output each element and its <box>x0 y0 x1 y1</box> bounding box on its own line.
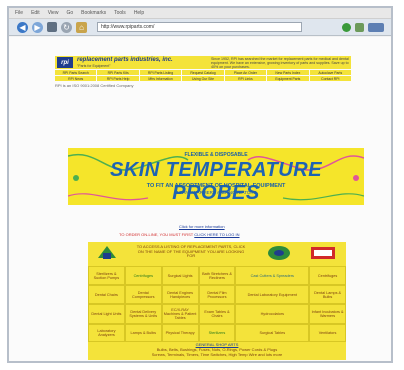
back-arrow-icon: ◀ <box>19 22 26 32</box>
equipment-link[interactable]: Cast Cutters & Spreaders <box>235 266 310 285</box>
menu-edit[interactable]: Edit <box>31 10 40 16</box>
nav-item[interactable]: Request Catalog <box>182 70 224 75</box>
menu-bar: File Edit View Go Bookmarks Tools Help <box>9 8 391 19</box>
address-bar[interactable]: http://www.rpiparts.com/ <box>97 22 302 32</box>
equipment-link[interactable]: Sterilizers & Suction Pumps <box>88 266 125 285</box>
menu-help[interactable]: Help <box>134 10 144 16</box>
equipment-logo-icon <box>268 246 290 260</box>
table-row: Laboratory Analyzers Lamps & Bulbs Physi… <box>88 324 346 342</box>
equipment-link[interactable]: Dental Engines Handpieces <box>161 285 199 304</box>
shop-parts-line-2: Screws, Terminals, Timers, Time Switches… <box>151 351 283 357</box>
home-icon: ⌂ <box>79 22 84 32</box>
company-tagline: "Parts for Equipment" <box>77 63 111 68</box>
banner-subtitle: TO FIT AN ASSORTMENT OF HOSPITAL EQUIPME… <box>146 183 286 189</box>
page-content: rpi replacement parts industries, inc. "… <box>9 37 391 361</box>
login-alert: TO ORDER ON-LINE, YOU MUST FIRST CLICK H… <box>119 232 240 237</box>
nav-item[interactable]: RPI News <box>55 76 97 81</box>
equipment-link[interactable]: Infant Incubators & Warmers <box>309 304 346 324</box>
nav-item[interactable]: RPI Links <box>224 76 267 81</box>
equipment-link[interactable]: Lamps & Bulbs <box>124 324 162 342</box>
banner-subtitle-2: INFANT WARMERS AND INCUBATORS <box>175 190 257 195</box>
equipment-table: TO ACCESS A LISTING OF REPLACEMENT PARTS… <box>88 242 346 360</box>
forward-arrow-icon: ▶ <box>34 22 41 32</box>
nav-item[interactable]: RPI Parts Kits <box>97 70 139 75</box>
equipment-link[interactable]: Laboratory Analyzers <box>88 324 125 342</box>
equipment-link[interactable]: Dental Chairs <box>88 285 125 304</box>
equipment-link[interactable]: EC/X-RAY Machines & Patient Tables <box>161 304 199 324</box>
equipment-link[interactable]: Dental Delivery Systems & Units <box>124 304 162 324</box>
header-blurb: Since 1952, RPI has searched the market … <box>211 57 349 69</box>
toolbar-extension-icon[interactable] <box>368 22 384 32</box>
table-row: Dental Light Units Dental Delivery Syste… <box>88 304 346 324</box>
back-button[interactable]: ◀ <box>17 21 28 33</box>
address-text: http://www.rpiparts.com/ <box>101 24 155 30</box>
company-name: replacement parts industries, inc. "Part… <box>77 57 173 69</box>
nav-item[interactable]: RPI Parts Search <box>55 70 97 75</box>
company-name-text: replacement parts industries, inc. <box>77 56 173 63</box>
go-button[interactable] <box>342 22 351 32</box>
stop-button[interactable] <box>47 22 57 32</box>
nav-item[interactable]: Contact RPI <box>309 76 351 81</box>
catalog-logo-icon <box>311 247 335 259</box>
menu-bookmarks[interactable]: Bookmarks <box>81 10 106 16</box>
nav-item[interactable]: Mfrs Information <box>139 76 182 81</box>
forward-button[interactable]: ▶ <box>32 21 43 33</box>
equipment-link[interactable]: Dental Laboratory Equipment <box>235 285 310 304</box>
rpi-logo[interactable]: rpi <box>57 57 73 68</box>
nav-item[interactable]: RPI Parts Listing <box>139 70 182 75</box>
menu-file[interactable]: File <box>15 10 23 16</box>
menu-view[interactable]: View <box>48 10 59 16</box>
login-alert-text: TO ORDER ON-LINE, YOU MUST FIRST <box>119 232 194 237</box>
navigation-toolbar: ◀ ▶ ↻ ⌂ http://www.rpiparts.com/ <box>9 19 391 36</box>
home-button[interactable]: ⌂ <box>76 21 87 33</box>
table-instructions: TO ACCESS A LISTING OF REPLACEMENT PARTS… <box>136 244 246 259</box>
equipment-link[interactable]: Dental Lamps & Bulbs <box>309 285 346 304</box>
reload-icon: ↻ <box>63 22 70 32</box>
equipment-link[interactable]: Ventilators <box>309 324 346 342</box>
equipment-link[interactable]: Dental Film Processors <box>198 285 236 304</box>
site-header: rpi replacement parts industries, inc. "… <box>55 56 351 69</box>
equipment-link[interactable]: Surgical Tables <box>235 324 310 342</box>
nav-item[interactable]: Equipment Parts <box>267 76 309 81</box>
nav-item[interactable]: RPI Parts Help <box>97 76 139 81</box>
browser-window: File Edit View Go Bookmarks Tools Help ◀… <box>7 6 393 363</box>
equipment-link[interactable]: Bath Stretchers & Recliners <box>198 266 236 285</box>
menu-tools[interactable]: Tools <box>114 10 126 16</box>
rpi-green-logo-icon <box>98 246 116 259</box>
equipment-link[interactable]: Physical Therapy <box>161 324 199 342</box>
table-row: Sterilizers & Suction Pumps Centrifuges … <box>88 266 346 285</box>
promo-banner[interactable]: FLEXIBLE & DISPOSABLE SKIN TEMPERATURE P… <box>68 148 364 205</box>
intro-text: RPI is an ISO 9001:2008 Certified Compan… <box>55 83 134 88</box>
login-link[interactable]: CLICK HERE TO LOG IN <box>194 232 239 237</box>
banner-title: SKIN TEMPERATURE PROBES <box>109 159 323 204</box>
equipment-link[interactable]: Centrifuges <box>124 266 162 285</box>
general-shop-parts: GENERAL SHOP ARTS Bulbs, Belts, Bushings… <box>88 342 346 357</box>
equipment-link[interactable]: Surgical Lights <box>161 266 199 285</box>
nav-item[interactable]: Autoclave Parts <box>309 70 351 75</box>
nav-item[interactable]: Place An Order <box>224 70 267 75</box>
equipment-link[interactable]: Exam Tables & Chairs <box>198 304 236 324</box>
search-engine-icon[interactable] <box>355 22 364 32</box>
banner-kicker: FLEXIBLE & DISPOSABLE <box>184 152 248 158</box>
table-header-row: TO ACCESS A LISTING OF REPLACEMENT PARTS… <box>88 242 346 266</box>
menu-go[interactable]: Go <box>66 10 73 16</box>
equipment-link[interactable]: Hydrocolators <box>235 304 310 324</box>
nav-item[interactable]: New Parts Index <box>267 70 309 75</box>
equipment-link[interactable]: Centrifuges <box>309 266 346 285</box>
equipment-link[interactable]: Dental Light Units <box>88 304 125 324</box>
more-info-link[interactable]: Click for more information <box>179 224 225 229</box>
equipment-link[interactable]: Dental Compressors <box>124 285 162 304</box>
reload-button[interactable]: ↻ <box>61 21 72 33</box>
site-nav: RPI Parts Search RPI Parts Kits RPI Part… <box>55 70 351 81</box>
table-row: Dental Chairs Dental Compressors Dental … <box>88 285 346 304</box>
nav-item[interactable]: Using Our Site <box>182 76 224 81</box>
equipment-link[interactable]: Sterilizers <box>198 324 236 342</box>
